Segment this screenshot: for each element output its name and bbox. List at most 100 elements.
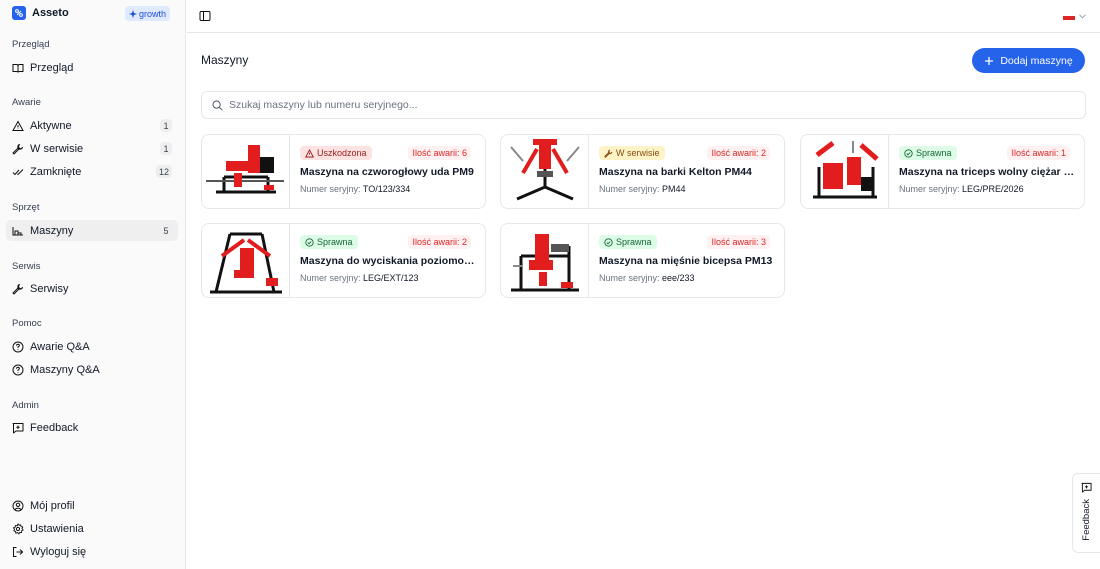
chevron-down-icon [1079,13,1086,19]
status-badge: W serwisie [599,146,665,160]
sidebar-item-failures-qa[interactable]: Awarie Q&A [6,336,178,357]
count-badge: 12 [155,165,172,178]
section-label-help: Pomoc [12,318,42,329]
serial-label: Numer seryjny: [599,273,660,283]
dumbbell-icon [12,225,24,237]
feedback-tab[interactable]: Feedback [1072,473,1100,553]
sidebar-item-label: Przegląd [30,61,74,74]
search-input[interactable] [229,99,1029,111]
wrench-icon [12,143,24,155]
sidebar-item-label: Aktywne [30,119,72,132]
machine-name: Maszyna na barki Kelton PM44 [599,166,752,178]
sidebar-item-in-service[interactable]: W serwisie 1 [6,138,178,159]
search-icon [212,100,223,111]
machine-name: Maszyna do wyciskania poziomo PM56 [300,255,476,267]
feedback-tab-label: Feedback [1081,499,1092,541]
serial-label: Numer seryjny: [300,184,361,194]
machine-card[interactable]: Sprawna Ilość awarii: 3 Maszyna na mięśn… [500,223,785,298]
status-label: Uszkodzona [317,148,367,158]
machine-serial: Numer seryjny: PM44 [599,184,686,194]
serial-value: LEG/PRE/2026 [962,184,1024,194]
serial-label: Numer seryjny: [899,184,960,194]
machine-image [202,135,290,208]
wrench-icon [12,283,24,295]
failure-count-badge: Ilość awarii: 1 [1007,146,1070,160]
machine-card[interactable]: W serwisie Ilość awarii: 2 Maszyna na ba… [500,134,785,209]
book-open-icon [12,62,24,74]
sidebar-item-label: Awarie Q&A [30,340,90,353]
sidebar-item-overview[interactable]: Przegląd [6,57,178,78]
serial-value: eee/233 [662,273,695,283]
page-title: Maszyny [201,53,249,67]
sidebar-item-label: Maszyny Q&A [30,363,100,376]
machine-card[interactable]: Uszkodzona Ilość awarii: 6 Maszyna na cz… [201,134,486,209]
message-square-plus-icon [1081,482,1092,493]
plus-icon [985,56,994,65]
asseto-logo-icon [12,6,26,20]
language-switcher[interactable] [1063,12,1086,20]
sparkle-icon [129,9,137,18]
machine-serial: Numer seryjny: TO/123/334 [300,184,410,194]
section-label-failures: Awarie [12,97,41,108]
user-circle-icon [12,500,24,512]
sidebar-item-label: Feedback [30,421,79,434]
wrench-icon [604,149,613,158]
add-machine-button[interactable]: Dodaj maszynę [972,48,1085,73]
help-circle-icon [12,364,24,376]
machine-serial: Numer seryjny: LEG/PRE/2026 [899,184,1024,194]
failure-count-badge: Ilość awarii: 2 [707,146,770,160]
machine-name: Maszyna na mięśnie bicepsa PM13 [599,255,773,267]
machine-image [202,224,290,297]
status-label: Sprawna [317,237,353,247]
count-badge: 1 [160,142,172,155]
sidebar-item-logout[interactable]: Wyloguj się [6,541,178,562]
check-circle-icon [604,237,613,247]
machine-card[interactable]: Sprawna Ilość awarii: 1 Maszyna na trice… [800,134,1085,209]
status-label: Sprawna [916,148,952,158]
plan-badge: growth [125,6,171,21]
section-label-service: Serwis [12,261,41,272]
check-circle-icon [305,237,314,247]
serial-label: Numer seryjny: [599,184,660,194]
section-label-equipment: Sprzęt [12,202,40,213]
count-badge: 5 [160,224,172,237]
machine-name: Maszyna na czworogłowy uda PM9 [300,166,474,178]
check-circle-icon [904,148,913,158]
sidebar-item-label: W serwisie [30,142,84,155]
sidebar-item-feedback[interactable]: Feedback [6,417,178,438]
sidebar-item-machines-qa[interactable]: Maszyny Q&A [6,359,178,380]
sidebar-item-label: Ustawienia [30,522,84,535]
machine-image [501,224,589,297]
sidebar-item-profile[interactable]: Mój profil [6,495,178,516]
sidebar-item-label: Zamknięte [30,165,82,178]
sidebar-item-label: Maszyny [30,224,74,237]
machine-name: Maszyna na triceps wolny ciężar PM22 [899,166,1075,178]
serial-label: Numer seryjny: [300,273,361,283]
sidebar-item-services[interactable]: Serwisy [6,278,178,299]
search-bar [201,91,1086,119]
serial-value: PM44 [662,184,686,194]
settings-icon [12,522,24,535]
add-machine-label: Dodaj maszynę [1000,54,1073,67]
serial-value: TO/123/334 [362,184,411,194]
brand[interactable]: Asseto [12,5,69,21]
sidebar-item-label: Serwisy [30,282,69,295]
status-badge: Sprawna [300,235,358,249]
status-badge: Sprawna [899,146,957,160]
sidebar-item-closed[interactable]: Zamknięte 12 [6,161,178,182]
machine-image [801,135,889,208]
sidebar-toggle-icon[interactable] [199,10,211,22]
machine-image [501,135,589,208]
machine-serial: Numer seryjny: eee/233 [599,273,695,283]
sidebar-item-label: Wyloguj się [30,545,87,558]
machine-card[interactable]: Sprawna Ilość awarii: 2 Maszyna do wycis… [201,223,486,298]
failure-count-badge: Ilość awarii: 2 [408,235,471,249]
sidebar-item-settings[interactable]: Ustawienia [6,518,178,539]
plan-badge-label: growth [139,8,167,19]
sidebar-item-machines[interactable]: Maszyny 5 [6,220,178,241]
app-name: Asseto [32,7,69,19]
log-out-icon [12,546,24,558]
message-square-plus-icon [12,422,24,434]
count-badge: 1 [160,119,172,132]
sidebar-item-active[interactable]: Aktywne 1 [6,115,178,136]
